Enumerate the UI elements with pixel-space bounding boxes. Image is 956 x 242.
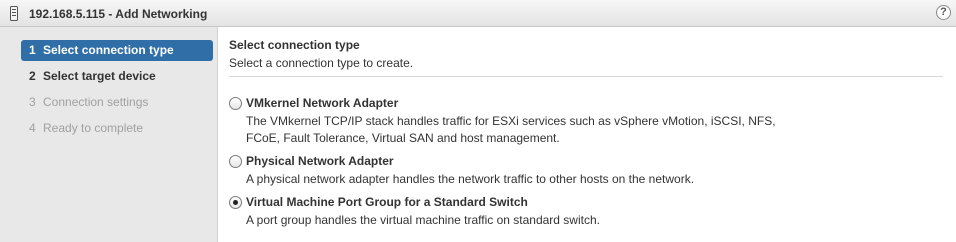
step-ready-to-complete: 4 Ready to complete	[21, 118, 213, 139]
page-subtitle: Select a connection type to create.	[229, 56, 414, 70]
step-number: 2	[29, 69, 36, 83]
step-label: Select target device	[43, 69, 156, 83]
option-title: VMkernel Network Adapter	[246, 96, 399, 110]
option-description: A port group handles the virtual machine…	[246, 213, 600, 227]
title-bar: 192.168.5.115 - Add Networking ?	[0, 0, 956, 27]
step-select-connection-type[interactable]: 1 Select connection type	[21, 40, 213, 61]
window-title: 192.168.5.115 - Add Networking	[29, 7, 208, 21]
page-title: Select connection type	[229, 38, 360, 52]
radio-physical-adapter[interactable]	[229, 155, 242, 168]
main-panel: Select connection type Select a connecti…	[218, 27, 956, 242]
step-label: Connection settings	[43, 95, 149, 109]
step-select-target-device[interactable]: 2 Select target device	[21, 66, 213, 87]
step-label: Select connection type	[43, 43, 174, 57]
divider	[229, 76, 943, 77]
option-title: Physical Network Adapter	[246, 154, 394, 168]
radio-vmkernel[interactable]	[229, 97, 242, 110]
radio-vm-port-group[interactable]	[229, 196, 242, 209]
step-number: 4	[29, 121, 36, 135]
step-number: 3	[29, 95, 36, 109]
radio-selected-dot	[233, 200, 238, 205]
option-title: Virtual Machine Port Group for a Standar…	[246, 195, 528, 209]
step-number: 1	[29, 43, 36, 57]
option-physical-network-adapter[interactable]: Physical Network Adapter A physical netw…	[229, 154, 949, 188]
step-label: Ready to complete	[43, 121, 144, 135]
option-description: A physical network adapter handles the n…	[246, 172, 695, 186]
host-server-icon	[10, 6, 18, 21]
wizard-steps-sidebar: 1 Select connection type 2 Select target…	[0, 27, 218, 242]
option-vm-port-group[interactable]: Virtual Machine Port Group for a Standar…	[229, 195, 949, 229]
option-description: The VMkernel TCP/IP stack handles traffi…	[246, 114, 776, 145]
step-connection-settings: 3 Connection settings	[21, 92, 213, 113]
help-icon[interactable]: ?	[936, 5, 951, 20]
option-vmkernel-network-adapter[interactable]: VMkernel Network Adapter The VMkernel TC…	[229, 96, 949, 146]
